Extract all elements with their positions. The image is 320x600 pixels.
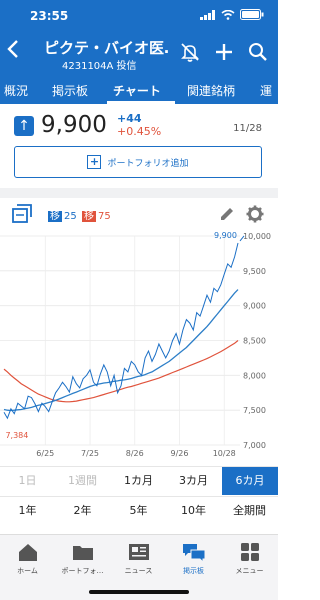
chat-bubbles-icon bbox=[182, 544, 205, 562]
price-chart[interactable]: 6/25 7/25 8/26 9/26 10/28 7,000 7,500 8,000 8,5… bbox=[0, 230, 278, 460]
tab-board[interactable]: 掲示板 bbox=[52, 82, 88, 99]
tab-more[interactable]: 運 bbox=[260, 82, 272, 99]
ma75-key: 移 bbox=[82, 211, 96, 222]
nav-board-label: 掲示板 bbox=[183, 567, 204, 575]
y-tick-label: 7,000 bbox=[243, 441, 266, 450]
period-1m[interactable]: 1カ月 bbox=[111, 467, 166, 495]
nav-actions bbox=[180, 42, 268, 66]
nav-bar: ピクテ・バイオ医… 4231104A 投信 bbox=[0, 30, 278, 76]
nav-menu-label: メニュー bbox=[235, 567, 264, 575]
search-icon bbox=[249, 43, 267, 61]
draw-button[interactable] bbox=[218, 205, 236, 227]
nav-portfolio[interactable]: ポートフォ… bbox=[55, 541, 110, 576]
y-tick-label: 10,000 bbox=[243, 232, 271, 241]
tab-overview[interactable]: 概況 bbox=[4, 82, 28, 99]
period-selector: 1日 1週間 1カ月 3カ月 6カ月 1年 2年 5年 10年 全期間 bbox=[0, 466, 278, 526]
signal-icon bbox=[200, 9, 215, 20]
period-2y[interactable]: 2年 bbox=[55, 497, 110, 525]
folder-icon bbox=[72, 546, 93, 560]
period-10y[interactable]: 10年 bbox=[166, 497, 221, 525]
x-axis-ticks: 6/25 7/25 8/26 9/26 10/28 bbox=[36, 449, 235, 458]
home-indicator bbox=[89, 590, 189, 594]
grid-menu-icon bbox=[240, 543, 259, 561]
period-6m[interactable]: 6カ月 bbox=[222, 467, 278, 495]
tab-related[interactable]: 関連銘柄 bbox=[187, 82, 235, 99]
y-axis-ticks: 7,000 7,500 8,000 8,500 9,000 9,500 10,000 bbox=[243, 232, 271, 450]
home-icon bbox=[18, 544, 37, 561]
pencil-icon bbox=[221, 208, 233, 220]
quote-row: ↑ 9,900 +44 +0.45% 11/28 bbox=[0, 110, 278, 140]
wifi-icon bbox=[221, 9, 235, 20]
ma25-value: 25 bbox=[64, 211, 77, 222]
x-tick-label: 7/25 bbox=[81, 449, 99, 458]
nav-home-label: ホーム bbox=[17, 567, 38, 575]
y-tick-label: 9,500 bbox=[243, 267, 266, 276]
tab-bar: 概況 掲示板 チャート 関連銘柄 運 bbox=[0, 76, 278, 104]
price-change-percent: +0.45% bbox=[117, 125, 162, 138]
chevron-left-icon bbox=[7, 40, 18, 58]
chart-type-button[interactable] bbox=[12, 204, 34, 228]
status-bar: 23:55 bbox=[0, 0, 278, 30]
up-arrow-icon: ↑ bbox=[14, 116, 34, 136]
y-tick-label: 9,000 bbox=[243, 302, 266, 311]
period-5y[interactable]: 5年 bbox=[111, 497, 166, 525]
high-label: 9,900 bbox=[214, 231, 237, 240]
x-tick-label: 9/26 bbox=[171, 449, 189, 458]
status-time: 23:55 bbox=[30, 9, 69, 23]
battery-icon bbox=[240, 9, 264, 20]
y-tick-label: 8,000 bbox=[243, 371, 266, 380]
nav-portfolio-label: ポートフォ… bbox=[61, 567, 104, 575]
period-1y[interactable]: 1年 bbox=[0, 497, 55, 525]
search-button[interactable] bbox=[248, 42, 268, 66]
x-tick-label: 8/26 bbox=[126, 449, 144, 458]
add-portfolio-button[interactable]: + ポートフォリオ追加 bbox=[14, 146, 262, 178]
chart-toolbar: 移 25 移 75 bbox=[0, 200, 278, 228]
chart-grid bbox=[0, 235, 240, 446]
nav-board[interactable]: 掲示板 bbox=[166, 541, 221, 576]
gear-icon bbox=[246, 205, 264, 223]
period-1d[interactable]: 1日 bbox=[0, 467, 55, 495]
nav-news-label: ニュース bbox=[124, 567, 153, 575]
y-tick-label: 7,500 bbox=[243, 406, 266, 415]
news-icon bbox=[128, 544, 149, 560]
ma25-key: 移 bbox=[48, 211, 62, 222]
plus-icon bbox=[216, 44, 232, 60]
period-all[interactable]: 全期間 bbox=[222, 497, 277, 525]
section-divider bbox=[0, 188, 278, 198]
nav-home[interactable]: ホーム bbox=[0, 541, 55, 576]
add-portfolio-label: ポートフォリオ追加 bbox=[107, 158, 189, 169]
period-1w[interactable]: 1週間 bbox=[55, 467, 110, 495]
x-tick-label: 10/28 bbox=[213, 449, 236, 458]
x-tick-label: 6/25 bbox=[36, 449, 54, 458]
price-change: +44 bbox=[117, 112, 142, 125]
nav-news[interactable]: ニュース bbox=[111, 541, 166, 576]
status-icons bbox=[200, 9, 264, 20]
ma75-indicator[interactable]: 移 75 bbox=[82, 207, 111, 222]
alert-off-button[interactable] bbox=[180, 42, 200, 66]
chart-settings-button[interactable] bbox=[246, 205, 264, 227]
period-3m[interactable]: 3カ月 bbox=[166, 467, 221, 495]
nav-menu[interactable]: メニュー bbox=[222, 541, 277, 576]
current-price: 9,900 bbox=[41, 112, 107, 138]
y-tick-label: 8,500 bbox=[243, 337, 266, 346]
quote-date: 11/28 bbox=[233, 123, 262, 134]
tab-underline bbox=[107, 101, 175, 104]
candle-switch-icon bbox=[12, 204, 32, 223]
back-button[interactable] bbox=[6, 38, 20, 66]
tab-chart[interactable]: チャート bbox=[113, 82, 161, 99]
page-title: ピクテ・バイオ医… bbox=[44, 39, 168, 57]
low-label: 7,384 bbox=[5, 431, 28, 440]
plus-box-icon: + bbox=[87, 155, 102, 169]
ma25-indicator[interactable]: 移 25 bbox=[48, 207, 77, 222]
bell-off-icon bbox=[181, 43, 199, 62]
page-subtitle: 4231104A 投信 bbox=[62, 61, 137, 72]
ma75-line bbox=[3, 340, 239, 403]
add-button[interactable] bbox=[214, 42, 234, 66]
bottom-nav: ホーム ポートフォ… ニュース 掲示板 メニュー bbox=[0, 534, 278, 600]
ma75-value: 75 bbox=[98, 211, 111, 222]
